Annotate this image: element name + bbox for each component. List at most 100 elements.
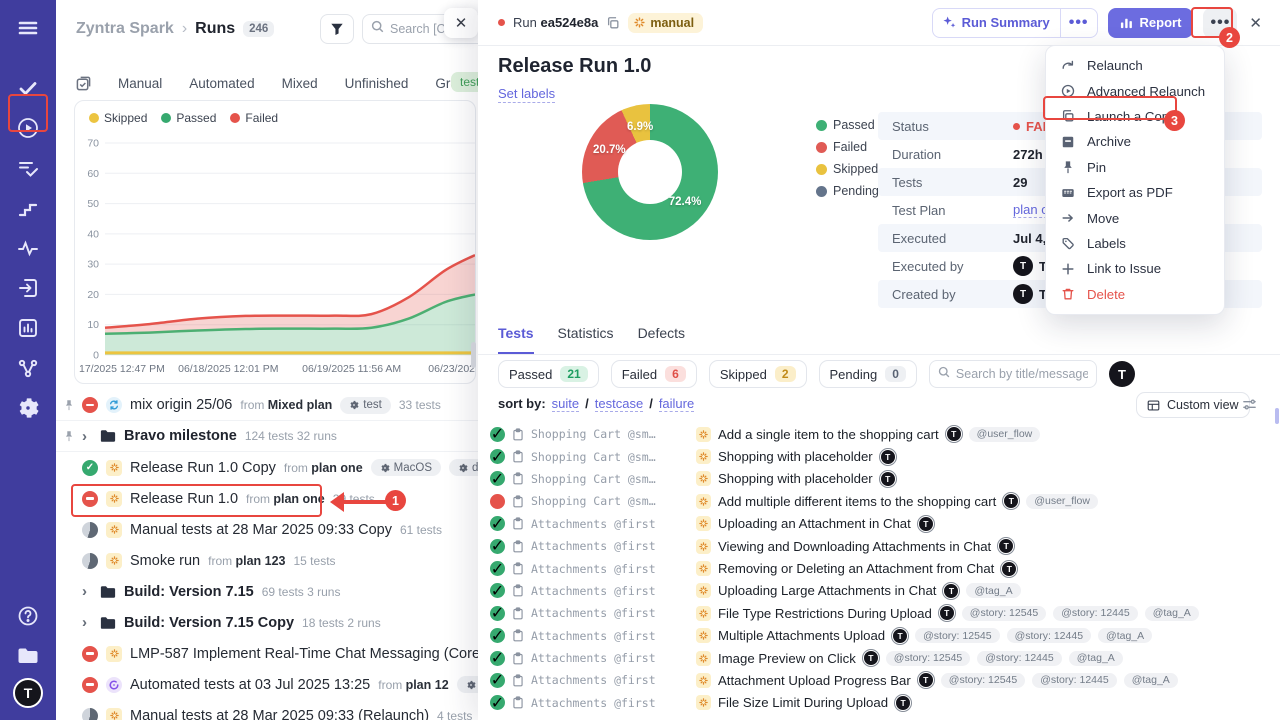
menu-item-launch-a-copy[interactable]: Launch a Copy <box>1046 104 1224 129</box>
chevron-right-icon[interactable]: › <box>82 583 92 600</box>
run-row[interactable]: LMP-587 Implement Real-Time Chat Messagi… <box>56 638 478 669</box>
projects-folder-icon[interactable] <box>8 638 48 674</box>
menu-hamburger-icon[interactable] <box>8 10 48 46</box>
run-name: Release Run 1.0 <box>130 491 238 507</box>
sort-option-testcase[interactable]: testcase <box>595 396 643 412</box>
test-row[interactable]: ✓Attachments @firstFile Type Restriction… <box>478 602 1280 624</box>
run-row[interactable]: mix origin 25/06from Mixed plantest33 te… <box>56 390 478 421</box>
user-avatar[interactable]: T <box>13 678 43 708</box>
run-row[interactable]: ✓Release Run 1.0 Copyfrom plan oneMacOSd… <box>56 452 478 483</box>
test-plans-icon[interactable] <box>8 150 48 186</box>
status-passed-icon: ✓ <box>490 449 505 464</box>
filter-chip-pending[interactable]: Pending0 <box>819 360 917 388</box>
right-scrollbar-thumb[interactable] <box>1275 408 1279 424</box>
menu-item-archive[interactable]: Archive <box>1046 129 1224 154</box>
menu-item-relaunch[interactable]: Relaunch <box>1046 53 1224 78</box>
tab-defects[interactable]: Defects <box>638 325 685 354</box>
tests-search-input[interactable] <box>956 367 1088 381</box>
test-cases-icon[interactable] <box>8 70 48 106</box>
filter-chip-passed[interactable]: Passed21 <box>498 360 599 388</box>
close-panel-button[interactable]: ✕ <box>444 8 478 38</box>
select-all-icon[interactable] <box>76 76 91 91</box>
run-meta: 18 tests 2 runs <box>302 616 381 630</box>
run-row[interactable]: Release Run 1.0from plan one29 tests <box>56 483 478 514</box>
reports-icon[interactable] <box>8 310 48 346</box>
test-tag: @story: 12445 <box>1007 628 1091 643</box>
milestones-icon[interactable] <box>8 190 48 226</box>
legend-label: Failed <box>245 111 278 125</box>
menu-item-move[interactable]: Move <box>1046 205 1224 230</box>
run-row[interactable]: Manual tests at 28 Mar 2025 09:33 (Relau… <box>56 700 478 720</box>
custom-view-button[interactable]: Custom view <box>1136 392 1250 418</box>
test-row[interactable]: ✓Attachments @firstFile Size Limit Durin… <box>478 692 1280 714</box>
import-icon[interactable] <box>8 270 48 306</box>
run-name: LMP-587 Implement Real-Time Chat Messagi… <box>130 646 478 662</box>
test-row[interactable]: ✓Shopping Cart @sm…Add a single item to … <box>478 423 1280 445</box>
test-row[interactable]: ✓Shopping Cart @sm…Shopping with placeho… <box>478 468 1280 490</box>
milestone-row[interactable]: ›Build: Version 7.1569 tests 3 runs <box>56 576 478 607</box>
user-avatar: T <box>1013 284 1033 304</box>
sort-option-failure[interactable]: failure <box>659 396 694 412</box>
runs-tab-manual[interactable]: Manual <box>118 76 162 91</box>
milestone-row[interactable]: ›Build: Version 7.15 Copy18 tests 2 runs <box>56 607 478 638</box>
test-row[interactable]: Shopping Cart @sm…Add multiple different… <box>478 490 1280 512</box>
report-button[interactable]: Report <box>1108 8 1194 38</box>
help-icon[interactable] <box>8 598 48 634</box>
area-chart-legend: SkippedPassedFailed <box>89 111 278 125</box>
menu-item-pin[interactable]: Pin <box>1046 155 1224 180</box>
copy-run-id-icon[interactable] <box>606 16 620 30</box>
left-scrollbar-thumb[interactable] <box>471 342 476 368</box>
run-detail-tabs: Tests Statistics Defects <box>478 325 1280 355</box>
manual-run-icon <box>696 427 711 442</box>
test-row[interactable]: ✓Attachments @firstRemoving or Deleting … <box>478 557 1280 579</box>
menu-item-labels[interactable]: Labels <box>1046 231 1224 256</box>
close-detail-button[interactable]: ✕ <box>1247 14 1264 32</box>
menu-item-advanced-relaunch[interactable]: Advanced Relaunch <box>1046 78 1224 103</box>
view-settings-icon[interactable] <box>1242 397 1257 417</box>
test-row[interactable]: ✓Attachments @firstUploading an Attachme… <box>478 513 1280 535</box>
menu-item-link-to-issue[interactable]: Link to Issue <box>1046 256 1224 281</box>
assignee-avatar[interactable]: T <box>1109 361 1135 387</box>
pin-icon <box>1061 160 1076 174</box>
tab-statistics[interactable]: Statistics <box>558 325 614 354</box>
runs-icon[interactable] <box>8 110 48 146</box>
integrations-icon[interactable] <box>8 350 48 386</box>
filter-button[interactable] <box>320 14 354 44</box>
milestone-row[interactable]: ›Bravo milestone124 tests 32 runs <box>56 421 478 452</box>
test-row[interactable]: ✓Shopping Cart @sm…Shopping with placeho… <box>478 445 1280 467</box>
test-row[interactable]: ✓Attachments @firstAttachment Upload Pro… <box>478 669 1280 691</box>
breadcrumb-project[interactable]: Zyntra Spark <box>76 20 174 38</box>
run-summary-more-icon[interactable]: ••• <box>1060 9 1097 37</box>
manual-run-icon <box>696 583 711 598</box>
filter-chip-failed[interactable]: Failed6 <box>611 360 697 388</box>
sort-option-suite[interactable]: suite <box>552 396 579 412</box>
tab-tests[interactable]: Tests <box>498 325 534 354</box>
run-row[interactable]: Manual tests at 28 Mar 2025 09:33 Copy61… <box>56 514 478 545</box>
test-row[interactable]: ✓Attachments @firstUploading Large Attac… <box>478 580 1280 602</box>
test-row[interactable]: ✓Attachments @firstImage Preview on Clic… <box>478 647 1280 669</box>
settings-gear-icon[interactable] <box>8 390 48 426</box>
run-row[interactable]: Automated tests at 03 Jul 2025 13:25from… <box>56 669 478 700</box>
test-row[interactable]: ✓Attachments @firstViewing and Downloadi… <box>478 535 1280 557</box>
suite-clipboard-icon <box>512 495 524 508</box>
runs-tab-mixed[interactable]: Mixed <box>282 76 318 91</box>
sort-by-label: sort by: <box>498 396 546 412</box>
set-labels-link[interactable]: Set labels <box>498 86 555 103</box>
menu-item-delete[interactable]: Delete <box>1046 282 1224 307</box>
assignee-avatar: T <box>895 695 911 711</box>
menu-item-export-as-pdf[interactable]: Export as PDF <box>1046 180 1224 205</box>
filter-chip-skipped[interactable]: Skipped2 <box>709 360 807 388</box>
chevron-right-icon[interactable]: › <box>82 428 92 445</box>
runs-filter-tag[interactable]: test <box>451 72 478 92</box>
run-row[interactable]: Smoke runfrom plan 12315 tests <box>56 545 478 576</box>
assignee-avatar: T <box>1003 493 1019 509</box>
activity-icon[interactable] <box>8 230 48 266</box>
chevron-right-icon[interactable]: › <box>82 614 92 631</box>
run-from-plan: from plan 123 <box>208 554 285 568</box>
run-summary-button[interactable]: Run Summary ••• <box>932 8 1098 38</box>
test-row[interactable]: ✓Attachments @firstMultiple Attachments … <box>478 625 1280 647</box>
runs-tab-automated[interactable]: Automated <box>189 76 254 91</box>
runs-history-area-chart: 01020304050607017/2025 12:47 PM06/18/202… <box>77 133 475 383</box>
more-actions-button[interactable]: ••• <box>1203 8 1237 38</box>
runs-tab-unfinished[interactable]: Unfinished <box>345 76 409 91</box>
